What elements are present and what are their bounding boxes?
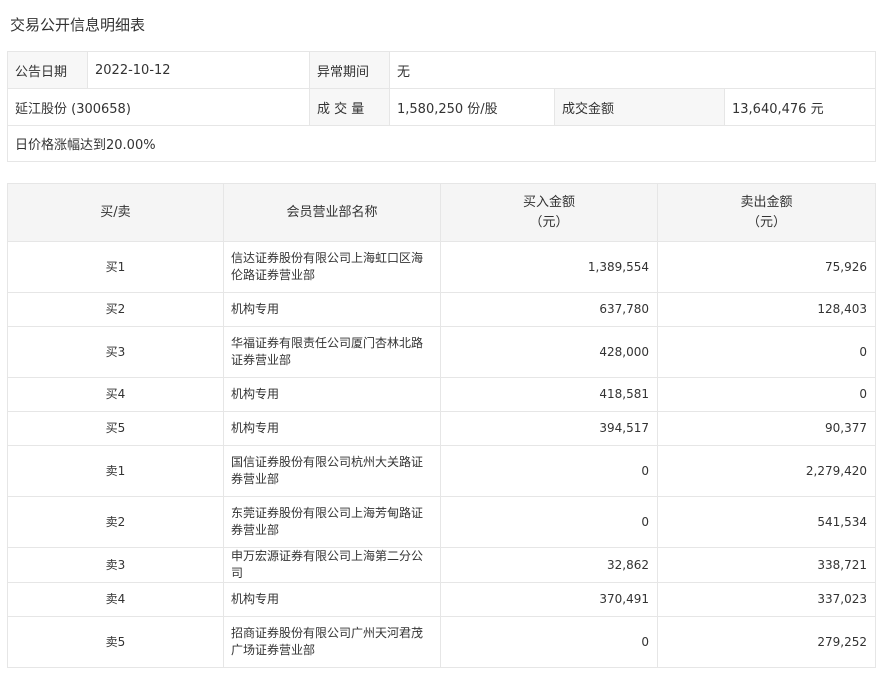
row-side: 买3 bbox=[7, 326, 224, 378]
summary-table: 公告日期 2022-10-12 异常期间 无 延江股份 (300658) 成 交… bbox=[6, 51, 877, 162]
reason-text: 日价格涨幅达到20.00% bbox=[6, 125, 877, 162]
header-member-name: 会员营业部名称 bbox=[223, 183, 441, 242]
row-member-name: 招商证券股份有限公司广州天河君茂广场证券营业部 bbox=[223, 616, 441, 668]
row-side: 卖3 bbox=[7, 547, 224, 583]
row-member-name: 华福证券有限责任公司厦门杏林北路证券营业部 bbox=[223, 326, 441, 378]
row-side: 卖5 bbox=[7, 616, 224, 668]
row-buy-amount: 1,389,554 bbox=[440, 241, 658, 293]
row-side: 买1 bbox=[7, 241, 224, 293]
amount-value: 13,640,476 元 bbox=[723, 88, 877, 126]
row-side: 买5 bbox=[7, 411, 224, 446]
row-member-name: 信达证券股份有限公司上海虹口区海伦路证券营业部 bbox=[223, 241, 441, 293]
row-sell-amount: 541,534 bbox=[657, 496, 876, 548]
row-side: 卖4 bbox=[7, 582, 224, 617]
row-member-name: 国信证券股份有限公司杭州大关路证券营业部 bbox=[223, 445, 441, 497]
row-side: 卖2 bbox=[7, 496, 224, 548]
row-side: 卖1 bbox=[7, 445, 224, 497]
table-row: 买2 机构专用 637,780 128,403 bbox=[7, 292, 876, 327]
row-sell-amount: 2,279,420 bbox=[657, 445, 876, 497]
row-side: 买4 bbox=[7, 377, 224, 412]
row-buy-amount: 428,000 bbox=[440, 326, 658, 378]
table-row: 买1 信达证券股份有限公司上海虹口区海伦路证券营业部 1,389,554 75,… bbox=[7, 241, 876, 293]
table-row: 卖4 机构专用 370,491 337,023 bbox=[7, 582, 876, 617]
row-buy-amount: 0 bbox=[440, 445, 658, 497]
table-row: 买3 华福证券有限责任公司厦门杏林北路证券营业部 428,000 0 bbox=[7, 326, 876, 378]
row-member-name: 机构专用 bbox=[223, 411, 441, 446]
amount-label: 成交金额 bbox=[554, 88, 725, 126]
table-row: 买4 机构专用 418,581 0 bbox=[7, 377, 876, 412]
row-sell-amount: 128,403 bbox=[657, 292, 876, 327]
summary-row-date: 公告日期 2022-10-12 异常期间 无 bbox=[7, 51, 877, 89]
row-member-name: 东莞证券股份有限公司上海芳甸路证券营业部 bbox=[223, 496, 441, 548]
table-row: 卖1 国信证券股份有限公司杭州大关路证券营业部 0 2,279,420 bbox=[7, 445, 876, 497]
row-buy-amount: 0 bbox=[440, 496, 658, 548]
row-sell-amount: 279,252 bbox=[657, 616, 876, 668]
row-member-name: 申万宏源证券有限公司上海第二分公司 bbox=[223, 547, 441, 583]
row-buy-amount: 32,862 bbox=[440, 547, 658, 583]
abnormal-period-value: 无 bbox=[388, 51, 877, 89]
table-row: 卖2 东莞证券股份有限公司上海芳甸路证券营业部 0 541,534 bbox=[7, 496, 876, 548]
announcement-date-value: 2022-10-12 bbox=[87, 51, 310, 89]
header-side: 买/卖 bbox=[7, 183, 224, 242]
table-row: 卖5 招商证券股份有限公司广州天河君茂广场证券营业部 0 279,252 bbox=[7, 616, 876, 668]
row-sell-amount: 0 bbox=[657, 326, 876, 378]
volume-value: 1,580,250 份/股 bbox=[389, 88, 555, 126]
table-header-row: 买/卖 会员营业部名称 买入金额 （元） 卖出金额 （元） bbox=[7, 183, 876, 242]
row-buy-amount: 637,780 bbox=[440, 292, 658, 327]
row-buy-amount: 394,517 bbox=[440, 411, 658, 446]
row-sell-amount: 90,377 bbox=[657, 411, 876, 446]
row-buy-amount: 370,491 bbox=[440, 582, 658, 617]
row-side: 买2 bbox=[7, 292, 224, 327]
row-member-name: 机构专用 bbox=[223, 377, 441, 412]
row-sell-amount: 338,721 bbox=[657, 547, 876, 583]
trading-detail-table: 买/卖 会员营业部名称 买入金额 （元） 卖出金额 （元） 买1 信达证券股份有… bbox=[7, 183, 876, 668]
row-sell-amount: 75,926 bbox=[657, 241, 876, 293]
table-row: 买5 机构专用 394,517 90,377 bbox=[7, 411, 876, 446]
row-sell-amount: 337,023 bbox=[657, 582, 876, 617]
row-sell-amount: 0 bbox=[657, 377, 876, 412]
announcement-date-label: 公告日期 bbox=[7, 51, 88, 89]
volume-label: 成 交 量 bbox=[309, 88, 390, 126]
header-buy-amount: 买入金额 （元） bbox=[440, 183, 658, 242]
row-member-name: 机构专用 bbox=[223, 292, 441, 327]
page-title: 交易公开信息明细表 bbox=[10, 16, 146, 34]
row-buy-amount: 418,581 bbox=[440, 377, 658, 412]
row-buy-amount: 0 bbox=[440, 616, 658, 668]
summary-row-reason: 日价格涨幅达到20.00% bbox=[6, 125, 877, 162]
abnormal-period-label: 异常期间 bbox=[309, 51, 390, 89]
stock-name: 延江股份 (300658) bbox=[7, 88, 310, 126]
row-member-name: 机构专用 bbox=[223, 582, 441, 617]
summary-row-stock: 延江股份 (300658) 成 交 量 1,580,250 份/股 成交金额 1… bbox=[7, 88, 877, 126]
header-sell-amount: 卖出金额 （元） bbox=[657, 183, 876, 242]
table-row: 卖3 申万宏源证券有限公司上海第二分公司 32,862 338,721 bbox=[7, 547, 876, 583]
